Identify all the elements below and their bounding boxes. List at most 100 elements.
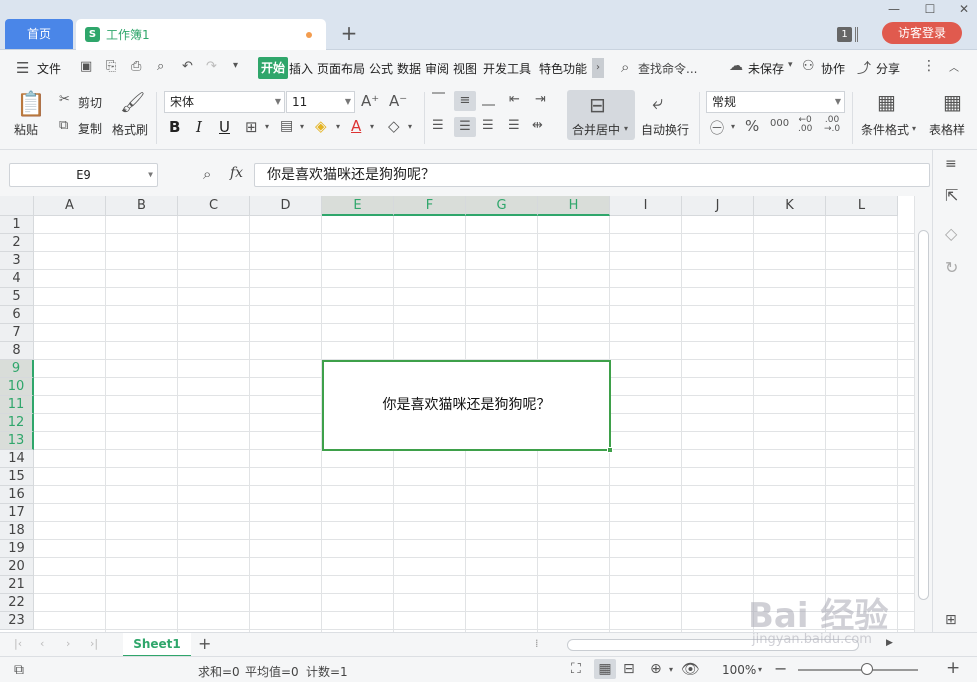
select-all-corner[interactable] (0, 196, 34, 216)
tab-workbook[interactable]: S 工作簿1 (76, 19, 326, 50)
row-header-7[interactable]: 7 (0, 324, 34, 342)
sheet-tab-sheet1[interactable]: Sheet1 (123, 633, 191, 657)
bold-icon[interactable]: B (169, 118, 180, 136)
distribute-icon[interactable]: ⇹ (532, 118, 543, 133)
minimize-icon[interactable]: — (885, 2, 903, 16)
column-header-b[interactable]: B (106, 196, 178, 216)
command-search-input[interactable]: 查找命令... (638, 60, 697, 77)
new-tab-button[interactable]: + (338, 22, 360, 44)
borders-dropdown-icon[interactable]: ▾ (265, 122, 269, 131)
page-break-view-icon[interactable]: ⊟ (623, 661, 635, 677)
row-header-16[interactable]: 16 (0, 486, 34, 504)
increase-font-icon[interactable]: A⁺ (361, 92, 379, 110)
collapse-ribbon-icon[interactable]: ︿ (949, 59, 959, 74)
unsaved-dropdown-icon[interactable]: ▾ (788, 60, 793, 70)
font-name-select[interactable]: 宋体 ▼ (164, 91, 285, 113)
column-header-f[interactable]: F (394, 196, 466, 216)
chevron-down-icon[interactable]: ▾ (912, 124, 916, 133)
row-header-18[interactable]: 18 (0, 522, 34, 540)
column-header-a[interactable]: A (34, 196, 106, 216)
cursor-select-icon[interactable]: ⇱ (945, 186, 958, 205)
thousands-separator-icon[interactable]: 000 (770, 118, 789, 129)
window-count-badge[interactable]: 1 (837, 27, 852, 42)
share-button[interactable]: 分享 (876, 60, 900, 77)
macro-record-icon[interactable]: ⧉ (14, 662, 24, 678)
fill-color-dropdown-icon[interactable]: ▾ (336, 122, 340, 131)
menu-scroll-right-icon[interactable]: › (592, 58, 604, 78)
add-sheet-button[interactable]: + (198, 634, 211, 653)
vertical-scrollbar[interactable] (914, 196, 932, 632)
more-options-icon[interactable]: ⋮ (922, 58, 936, 74)
print-icon[interactable]: ⎙ (131, 59, 141, 74)
paste-button[interactable]: 粘贴 (14, 121, 38, 138)
tab-home[interactable]: 首页 (5, 19, 73, 49)
unsaved-status[interactable]: 未保存 (748, 60, 784, 77)
zoom-slider-knob[interactable] (861, 663, 873, 675)
decrease-font-icon[interactable]: A⁻ (389, 92, 407, 110)
collaborate-button[interactable]: 协作 (821, 60, 845, 77)
fill-handle[interactable] (607, 447, 613, 453)
column-header-c[interactable]: C (178, 196, 250, 216)
menu-data[interactable]: 数据 (397, 60, 421, 77)
row-header-3[interactable]: 3 (0, 252, 34, 270)
row-header-11[interactable]: 11 (0, 396, 34, 414)
cut-icon[interactable]: ✂ (59, 92, 70, 107)
column-header-h[interactable]: H (538, 196, 610, 216)
align-right-icon[interactable]: ☰ (482, 118, 494, 133)
column-header-j[interactable]: J (682, 196, 754, 216)
align-bottom-icon[interactable]: ⎽ (482, 92, 495, 107)
zoom-out-icon[interactable]: − (774, 659, 787, 678)
first-sheet-icon[interactable]: |‹ (14, 637, 22, 650)
fullscreen-icon[interactable]: ⛶ (571, 661, 581, 677)
row-header-21[interactable]: 21 (0, 576, 34, 594)
zoom-dropdown-icon[interactable]: ▾ (758, 665, 762, 674)
row-header-17[interactable]: 17 (0, 504, 34, 522)
italic-icon[interactable]: I (196, 118, 202, 136)
align-center-icon[interactable]: ☰ (454, 117, 476, 137)
justify-icon[interactable]: ☰ (508, 118, 520, 133)
undo-icon[interactable]: ↶ (182, 59, 193, 74)
next-sheet-icon[interactable]: › (66, 637, 70, 650)
cut-button[interactable]: 剪切 (78, 94, 102, 111)
row-header-4[interactable]: 4 (0, 270, 34, 288)
column-header-i[interactable]: I (610, 196, 682, 216)
column-header-e[interactable]: E (322, 196, 394, 216)
menu-review[interactable]: 审阅 (425, 60, 449, 77)
wrap-text-icon[interactable]: ⤶ (652, 90, 663, 114)
formula-input[interactable]: 你是喜欢猫咪还是狗狗呢？ (254, 163, 930, 187)
print-preview-icon[interactable]: ⌕ (157, 59, 164, 74)
row-header-20[interactable]: 20 (0, 558, 34, 576)
currency-icon[interactable]: ㊀ (710, 118, 724, 138)
redo-icon[interactable]: ↷ (206, 59, 217, 74)
menu-view[interactable]: 视图 (453, 60, 477, 77)
menu-developer[interactable]: 开发工具 (483, 60, 531, 77)
row-header-14[interactable]: 14 (0, 450, 34, 468)
decrease-indent-icon[interactable]: ⇤ (509, 92, 520, 107)
quick-access-dropdown-icon[interactable]: ▾ (233, 60, 238, 71)
underline-icon[interactable]: U (219, 118, 230, 136)
font-color-dropdown-icon[interactable]: ▾ (370, 122, 374, 131)
guest-login-button[interactable]: 访客登录 (882, 22, 962, 44)
menu-file[interactable]: 文件 (37, 60, 61, 77)
row-header-9[interactable]: 9 (0, 360, 34, 378)
export-icon[interactable]: ⎘ (106, 59, 116, 74)
cell-style-dropdown-icon[interactable]: ▾ (300, 122, 304, 131)
align-top-icon[interactable]: ⎺ (432, 92, 445, 107)
zoom-in-icon[interactable]: + (946, 658, 960, 678)
align-middle-icon[interactable]: ≡ (454, 91, 476, 111)
menu-special-features[interactable]: 特色功能 (539, 60, 587, 77)
last-sheet-icon[interactable]: ›| (90, 637, 98, 650)
increase-indent-icon[interactable]: ⇥ (535, 92, 546, 107)
row-header-6[interactable]: 6 (0, 306, 34, 324)
scroll-right-icon[interactable]: ▶ (886, 638, 893, 648)
format-painter-icon[interactable]: 🖌 (120, 90, 145, 114)
conditional-format-icon[interactable]: ▦ (877, 90, 896, 114)
table-style-icon[interactable]: ▦ (943, 90, 962, 114)
column-header-l[interactable]: L (826, 196, 898, 216)
column-header-k[interactable]: K (754, 196, 826, 216)
zoom-formula-icon[interactable]: ⌕ (203, 165, 211, 183)
row-header-23[interactable]: 23 (0, 612, 34, 630)
decrease-decimal-icon[interactable]: .00 →.0 (824, 116, 840, 134)
row-header-1[interactable]: 1 (0, 216, 34, 234)
row-header-22[interactable]: 22 (0, 594, 34, 612)
